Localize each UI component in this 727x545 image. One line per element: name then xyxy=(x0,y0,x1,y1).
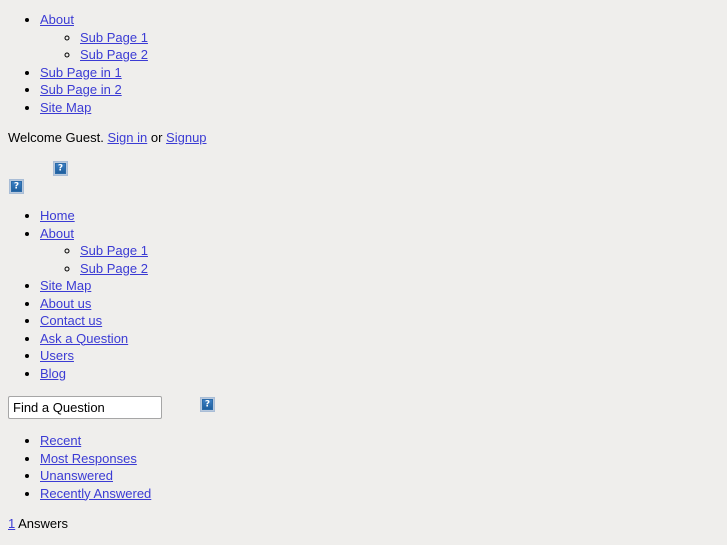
filter-tab-link-recent[interactable]: Recent xyxy=(40,433,81,448)
main-nav-item-users[interactable]: Users xyxy=(40,347,148,365)
broken-image-icon xyxy=(9,179,24,195)
filter-tab-recent[interactable]: Recent xyxy=(40,432,151,450)
main-nav-sublist-about: Sub Page 1 Sub Page 2 xyxy=(40,242,148,277)
main-nav-link-blog[interactable]: Blog xyxy=(40,366,66,381)
welcome-text: Welcome Guest. xyxy=(8,130,104,145)
header-banner-image xyxy=(53,160,68,177)
search-submit-button[interactable] xyxy=(200,396,215,413)
main-nav-subitem-sub-page-2[interactable]: Sub Page 2 xyxy=(80,260,148,278)
main-nav-subitem-sub-page-1[interactable]: Sub Page 1 xyxy=(80,242,148,260)
top-nav-item-site-map[interactable]: Site Map xyxy=(40,99,148,117)
top-nav-link-site-map[interactable]: Site Map xyxy=(40,100,91,115)
main-nav-link-users[interactable]: Users xyxy=(40,348,74,363)
main-nav-item-about[interactable]: About Sub Page 1 Sub Page 2 xyxy=(40,225,148,278)
top-nav-link-sub-page-1[interactable]: Sub Page 1 xyxy=(80,30,148,45)
top-nav-item-about[interactable]: About Sub Page 1 Sub Page 2 xyxy=(40,11,148,64)
filter-tab-link-most-responses[interactable]: Most Responses xyxy=(40,451,137,466)
filter-tab-link-recently-answered[interactable]: Recently Answered xyxy=(40,486,151,501)
top-nav-link-sub-page-2[interactable]: Sub Page 2 xyxy=(80,47,148,62)
main-nav-link-sub-page-1[interactable]: Sub Page 1 xyxy=(80,243,148,258)
sign-in-link[interactable]: Sign in xyxy=(107,130,147,145)
welcome-separator: or xyxy=(150,130,163,145)
main-nav-item-ask-a-question[interactable]: Ask a Question xyxy=(40,330,148,348)
main-nav-item-about-us[interactable]: About us xyxy=(40,295,148,313)
main-nav-link-site-map[interactable]: Site Map xyxy=(40,278,91,293)
filter-tab-unanswered[interactable]: Unanswered xyxy=(40,467,151,485)
filter-tab-recently-answered[interactable]: Recently Answered xyxy=(40,485,151,503)
broken-image-icon xyxy=(53,161,68,177)
signup-link[interactable]: Signup xyxy=(166,130,206,145)
main-nav-link-home[interactable]: Home xyxy=(40,208,75,223)
top-nav-subitem-sub-page-2[interactable]: Sub Page 2 xyxy=(80,46,148,64)
main-nav-item-blog[interactable]: Blog xyxy=(40,365,148,383)
filter-tabs-list: Recent Most Responses Unanswered Recentl… xyxy=(0,432,151,502)
main-nav-item-site-map[interactable]: Site Map xyxy=(40,277,148,295)
filter-tab-most-responses[interactable]: Most Responses xyxy=(40,450,151,468)
top-navigation: About Sub Page 1 Sub Page 2 Sub Page in … xyxy=(0,11,148,116)
site-logo-image[interactable] xyxy=(9,178,24,195)
main-nav-link-ask-a-question[interactable]: Ask a Question xyxy=(40,331,128,346)
main-nav-list: Home About Sub Page 1 Sub Page 2 Site Ma… xyxy=(0,207,148,382)
top-nav-sublist-about: Sub Page 1 Sub Page 2 xyxy=(40,29,148,64)
main-nav-link-about[interactable]: About xyxy=(40,226,74,241)
main-nav-link-sub-page-2[interactable]: Sub Page 2 xyxy=(80,261,148,276)
answers-label: Answers xyxy=(18,516,68,531)
welcome-bar: Welcome Guest. Sign in or Signup xyxy=(8,130,207,145)
answers-summary: 1 Answers xyxy=(8,516,68,531)
top-nav-subitem-sub-page-1[interactable]: Sub Page 1 xyxy=(80,29,148,47)
top-nav-item-sub-page-in-1[interactable]: Sub Page in 1 xyxy=(40,64,148,82)
main-nav-link-contact-us[interactable]: Contact us xyxy=(40,313,102,328)
top-nav-list: About Sub Page 1 Sub Page 2 Sub Page in … xyxy=(0,11,148,116)
main-nav-link-about-us[interactable]: About us xyxy=(40,296,91,311)
main-nav-item-contact-us[interactable]: Contact us xyxy=(40,312,148,330)
broken-image-icon xyxy=(200,397,215,413)
filter-tab-link-unanswered[interactable]: Unanswered xyxy=(40,468,113,483)
search-bar xyxy=(0,394,727,422)
top-nav-link-about[interactable]: About xyxy=(40,12,74,27)
top-nav-item-sub-page-in-2[interactable]: Sub Page in 2 xyxy=(40,81,148,99)
main-navigation: Home About Sub Page 1 Sub Page 2 Site Ma… xyxy=(0,207,148,382)
main-nav-item-home[interactable]: Home xyxy=(40,207,148,225)
answers-count-link[interactable]: 1 xyxy=(8,516,15,531)
question-filter-tabs: Recent Most Responses Unanswered Recentl… xyxy=(0,432,151,502)
top-nav-link-sub-page-in-1[interactable]: Sub Page in 1 xyxy=(40,65,122,80)
search-input[interactable] xyxy=(8,396,162,419)
top-nav-link-sub-page-in-2[interactable]: Sub Page in 2 xyxy=(40,82,122,97)
